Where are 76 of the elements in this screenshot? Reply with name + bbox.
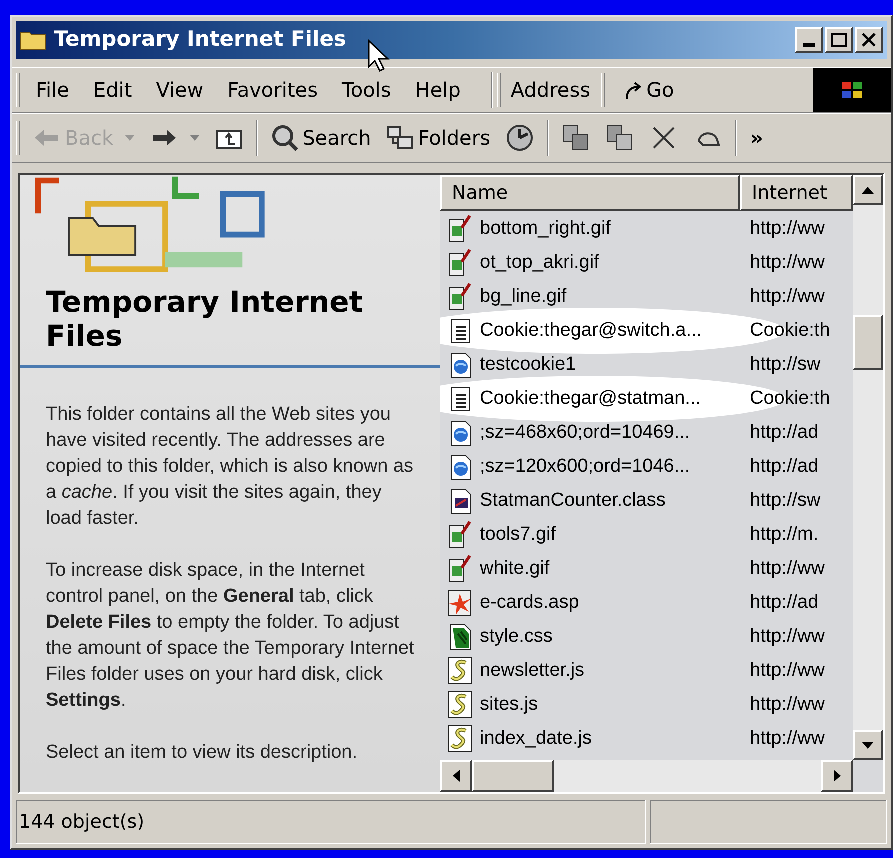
file-name[interactable]: testcookie1: [480, 350, 576, 380]
file-name[interactable]: ;sz=120x600;ord=1046...: [480, 452, 690, 482]
window-title: Temporary Internet Files: [54, 26, 346, 54]
description-text: Select an item to view its description.: [45, 741, 359, 765]
menu-item[interactable]: View: [144, 75, 216, 105]
maximize-button[interactable]: [825, 27, 853, 53]
table-cell-text: Cookie:th: [749, 386, 830, 411]
minimize-button[interactable]: [795, 27, 823, 53]
history-clock-icon: [504, 123, 535, 153]
pane-heading: Temporary Internet Files: [45, 285, 364, 354]
scroll-thumb[interactable]: [853, 315, 883, 370]
file-name[interactable]: white.gif: [480, 554, 550, 584]
file-name[interactable]: bottom_right.gif: [480, 214, 611, 244]
up-triangle-icon: [862, 186, 874, 194]
column-header[interactable]: Internet: [740, 175, 853, 211]
scroll-left-button[interactable]: [440, 760, 472, 792]
vertical-scrollbar[interactable]: [853, 175, 883, 760]
scroll-up-button[interactable]: [853, 175, 883, 205]
table-cell-text: http://sw: [749, 352, 821, 377]
close-button[interactable]: [855, 27, 883, 53]
minimize-icon: [803, 43, 815, 47]
file-name[interactable]: style.css: [480, 622, 553, 652]
scroll-right-button[interactable]: [821, 760, 853, 792]
maximize-icon: [831, 33, 847, 47]
dropdown-caret-icon: [190, 135, 200, 141]
address-label: Address: [510, 77, 592, 104]
menu-item[interactable]: Favorites: [216, 75, 330, 105]
table-cell-text: http://ww: [749, 556, 825, 581]
file-name[interactable]: Cookie:thegar@switch.a...: [480, 316, 702, 346]
windows-logo-icon: [841, 80, 863, 100]
table-cell-text: Cookie:th: [749, 318, 830, 343]
file-name[interactable]: e-cards.asp: [480, 588, 580, 618]
table-cell-text: http://sw: [749, 488, 821, 513]
file-name[interactable]: bg_line.gif: [480, 282, 567, 312]
table-cell-text: http://ww: [749, 216, 825, 241]
close-icon: [862, 33, 876, 47]
search-icon: [270, 123, 300, 153]
table-cell-text: http://ad: [749, 590, 819, 615]
description-text: This folder contains all the Web sites you have visited recently. The addresses are copied to this folder, which is also known as a cache. If you visit the sites again, they load faster.: [45, 403, 415, 531]
menu-item[interactable]: Tools: [330, 75, 404, 105]
column-header[interactable]: Name: [440, 175, 740, 211]
copy-to-icon: [604, 123, 635, 153]
file-name[interactable]: ;sz=468x60;ord=10469...: [480, 418, 690, 448]
file-name[interactable]: ot_top_akri.gif: [480, 248, 600, 278]
file-name[interactable]: newsletter.js: [480, 656, 585, 686]
search-button[interactable]: Search: [264, 123, 378, 153]
description-text: To increase disk space, in the Internet control panel, on the General tab, click Delete Files to empty the folder. To adjust the amount of space the Temporary Internet Files folder uses on your hard disk, click Settings.: [45, 559, 416, 713]
go-button[interactable]: Go: [608, 75, 688, 105]
menu-item[interactable]: Edit: [81, 75, 144, 105]
status-text: 144 object(s): [19, 810, 145, 835]
horizontal-scrollbar[interactable]: [440, 760, 853, 792]
dropdown-caret-icon: [124, 135, 135, 141]
file-name[interactable]: sites.js: [480, 690, 538, 720]
right-triangle-icon: [834, 770, 840, 782]
table-cell-text: http://ww: [749, 250, 825, 275]
file-name[interactable]: tools7.gif: [480, 520, 556, 550]
table-cell-text: http://ad: [749, 420, 819, 445]
scroll-thumb[interactable]: [472, 760, 554, 792]
menu-item[interactable]: File: [24, 75, 82, 105]
table-cell-text: http://ad: [749, 454, 819, 479]
table-cell-text: http://ww: [749, 624, 825, 649]
table-cell-text: http://ww: [749, 284, 825, 309]
menu-item[interactable]: Help: [403, 75, 473, 105]
scroll-down-button[interactable]: [853, 730, 883, 760]
table-cell-text: http://ww: [749, 726, 825, 751]
file-name[interactable]: index_date.js: [480, 724, 592, 754]
folders-button[interactable]: Folders: [379, 123, 497, 153]
move-to-icon: [560, 123, 591, 153]
table-cell-text: http://ww: [749, 658, 825, 683]
file-name[interactable]: StatmanCounter.class: [480, 486, 666, 516]
file-name[interactable]: Cookie:thegar@statman...: [480, 384, 702, 414]
down-triangle-icon: [862, 742, 874, 748]
more-tools-button[interactable]: »: [742, 123, 772, 153]
table-cell-text: http://m.: [749, 522, 819, 547]
left-triangle-icon: [452, 770, 460, 782]
table-cell-text: http://ww: [749, 692, 825, 717]
